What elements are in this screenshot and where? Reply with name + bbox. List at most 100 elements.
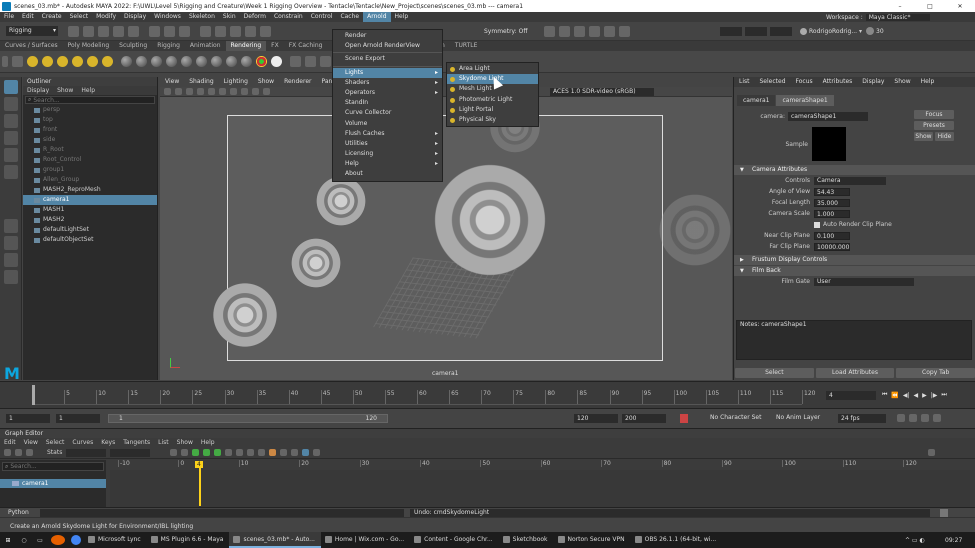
python-label[interactable]: Python [8, 509, 29, 516]
snap-surface-icon[interactable] [260, 25, 271, 37]
graph-area[interactable] [110, 470, 970, 508]
stats-field[interactable] [66, 448, 107, 457]
grid-toggle-icon[interactable] [197, 88, 204, 95]
fps-dropdown[interactable]: 24 fps [838, 414, 886, 423]
menu-display[interactable]: Display [120, 12, 150, 22]
auto-key-icon[interactable] [680, 414, 688, 423]
task-view-icon[interactable]: ▭ [32, 537, 48, 544]
shelf-tab-rendering[interactable]: Rendering [225, 41, 267, 51]
arnold-menu-item[interactable]: Render [333, 31, 442, 41]
hide-button[interactable]: Hide [935, 132, 954, 141]
arnold-menu-item[interactable]: Curve Collector [333, 108, 442, 118]
area-light-icon[interactable] [87, 56, 98, 67]
arnold-menu-item[interactable]: Operators ▸ [333, 88, 442, 98]
attr-value-field[interactable]: 54.43 [814, 187, 850, 196]
current-frame-field[interactable]: 4 [826, 391, 876, 400]
lambert-material-icon[interactable] [136, 56, 147, 67]
move-tool-icon[interactable] [4, 131, 18, 145]
filmback-section[interactable]: Film Back [734, 266, 975, 276]
graph-menu-view[interactable]: View [20, 438, 42, 447]
outliner-item[interactable]: top [23, 115, 157, 125]
arnold-menu-item[interactable]: Shaders ▸ [333, 78, 442, 88]
symmetry-label[interactable]: Symmetry: Off [484, 28, 527, 35]
ipr-icon[interactable] [305, 56, 316, 67]
search-icon[interactable]: ○ [16, 537, 32, 544]
lattice-deform-icon[interactable] [26, 449, 33, 456]
spot-light-icon[interactable] [72, 56, 83, 67]
outliner-menu-display[interactable]: Display [23, 86, 53, 95]
rotate-tool-icon[interactable] [4, 148, 18, 162]
break-tangents-icon[interactable] [247, 449, 255, 456]
ramp-shader-icon[interactable] [226, 56, 237, 67]
unify-tangents-icon[interactable] [258, 449, 266, 456]
arnold-menu-item[interactable]: Help ▸ [333, 159, 442, 169]
menu-control[interactable]: Control [307, 12, 337, 22]
arnold-menu-item[interactable]: About [333, 169, 442, 179]
outliner-item[interactable]: Root_Control [23, 155, 157, 165]
toon-shader-icon[interactable] [256, 56, 267, 67]
arnold-menu-item[interactable]: Volume [333, 119, 442, 129]
taskbar-app[interactable]: Sketchbook [499, 532, 554, 548]
image-plane-icon[interactable] [186, 88, 193, 95]
batch-render-icon[interactable] [320, 56, 331, 67]
denormalize-icon[interactable] [291, 449, 299, 456]
graph-menu-help[interactable]: Help [197, 438, 219, 447]
hypershade-icon[interactable] [589, 25, 600, 37]
playback-options-icon[interactable] [933, 414, 941, 422]
attr-menu-focus[interactable]: Focus [791, 77, 818, 87]
render-settings-icon[interactable] [574, 25, 585, 37]
sound-icon[interactable] [909, 414, 917, 422]
directional-light-icon[interactable] [42, 56, 53, 67]
taskbar-app[interactable]: scenes_03.mb* - Auto... [229, 532, 321, 548]
point-light-icon[interactable] [57, 56, 68, 67]
playback-end-field[interactable]: 120 [574, 414, 618, 423]
notes-area[interactable]: Notes: cameraShape1 [736, 320, 972, 360]
outliner-item[interactable]: Allen_Group [23, 175, 157, 185]
frame-all-icon[interactable] [170, 449, 178, 456]
viewport-menu-shading[interactable]: Shading [184, 77, 218, 87]
aistandard-icon[interactable] [211, 56, 222, 67]
outliner-menu-help[interactable]: Help [77, 86, 99, 95]
taskbar-app[interactable]: Home | Wix.com - Go... [321, 532, 410, 548]
time-slider[interactable]: 5 10 15 20 25 30 35 40 45 50 55 60 65 70 75 80 85 90 95 100… [0, 381, 975, 408]
colorspace-dropdown[interactable]: ACES 1.0 SDR-video (sRGB) [550, 87, 654, 96]
render-setup-icon[interactable] [604, 25, 615, 37]
graph-layout-icon[interactable] [4, 270, 18, 284]
taskbar-app[interactable]: MS Plugin 6.6 - Maya [147, 532, 230, 548]
lights-icon[interactable] [241, 88, 248, 95]
bookmark-icon[interactable] [175, 88, 182, 95]
new-scene-icon[interactable] [68, 25, 79, 37]
snap-curve-icon[interactable] [215, 25, 226, 37]
menu-create[interactable]: Create [38, 12, 66, 22]
shelf-tab-curves-surfaces[interactable]: Curves / Surfaces [0, 41, 63, 51]
scale-tool-icon[interactable] [4, 165, 18, 179]
snap-view-icon[interactable] [245, 25, 256, 37]
light-editor-icon[interactable] [619, 25, 630, 37]
move-key-icon[interactable] [4, 449, 11, 456]
attr-tab[interactable]: camera1 [737, 95, 776, 106]
attr-menu-help[interactable]: Help [916, 77, 940, 87]
graph-menu-keys[interactable]: Keys [97, 438, 119, 447]
frame-selection-icon[interactable] [181, 449, 189, 456]
ipr-render-icon[interactable] [559, 25, 570, 37]
menu-arnold[interactable]: Arnold [363, 12, 391, 22]
camera-attributes-section[interactable]: Camera Attributes [734, 165, 975, 175]
menu-edit[interactable]: Edit [18, 12, 38, 22]
attr-menu-display[interactable]: Display [857, 77, 889, 87]
taskbar-app[interactable]: Microsoft Lync [84, 532, 147, 548]
range-bar[interactable]: 1 120 [108, 414, 388, 423]
select-component-icon[interactable] [179, 25, 190, 37]
outliner-search[interactable]: ⌕ Search... [25, 96, 155, 104]
play-back-icon[interactable]: ◀ [914, 392, 919, 399]
select-object-icon[interactable] [164, 25, 175, 37]
phong-material-icon[interactable] [151, 56, 162, 67]
blinn-material-icon[interactable] [121, 56, 132, 67]
shelf-tab-rigging[interactable]: Rigging [152, 41, 185, 51]
menu-windows[interactable]: Windows [150, 12, 185, 22]
presets-button[interactable]: Presets [914, 121, 954, 130]
outliner-item[interactable]: front [23, 125, 157, 135]
menu-cache[interactable]: Cache [336, 12, 363, 22]
arnold-menu-item[interactable]: Utilities ▸ [333, 139, 442, 149]
shelf-tab-fx-caching[interactable]: FX Caching [284, 41, 328, 51]
outliner-item[interactable]: camera1 [23, 195, 157, 205]
